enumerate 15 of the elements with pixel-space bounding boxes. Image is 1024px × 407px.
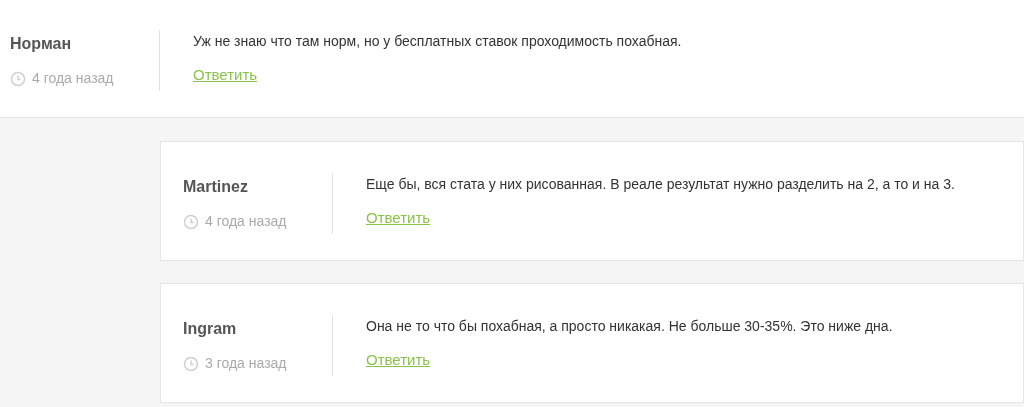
clock-icon bbox=[183, 213, 199, 230]
reply-link[interactable]: Ответить bbox=[366, 349, 431, 372]
author-name: Норман bbox=[10, 34, 73, 54]
reply-link[interactable]: Ответить bbox=[366, 207, 431, 230]
clock-icon bbox=[10, 70, 26, 87]
comment-text: Она не то что бы похабная, а просто никакая. Не больше 30-35%. Это ниже дна. bbox=[366, 317, 893, 336]
comment-text: Еще бы, вся стата у них рисованная. В реале результат нужно разделить на 2, а то и на 3. bbox=[366, 175, 955, 194]
comment-time: 4 года назад bbox=[205, 212, 287, 231]
author-name: Ingram bbox=[183, 319, 238, 339]
clock-icon bbox=[183, 355, 199, 372]
comment-text: Уж не знаю что там норм, но у бесплатных ставок проходимость похабная. bbox=[193, 32, 682, 51]
comment-time: 4 года назад bbox=[32, 69, 114, 88]
author-name: Martinez bbox=[183, 177, 249, 197]
comment-time: 3 года назад bbox=[205, 354, 287, 373]
reply-link[interactable]: Ответить bbox=[193, 64, 258, 87]
